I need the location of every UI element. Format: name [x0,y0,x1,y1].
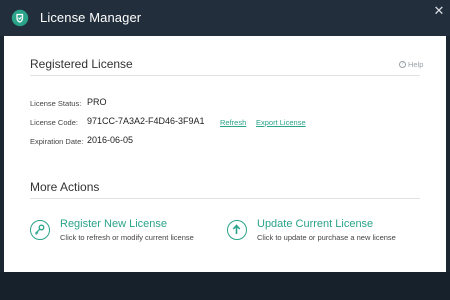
close-icon[interactable]: ✕ [432,4,446,18]
section-divider [30,198,420,199]
update-current-license-title[interactable]: Update Current License [257,218,373,230]
question-circle-icon: ? [399,61,406,68]
section-divider [30,75,420,76]
expiration-date-value: 2016-06-05 [87,135,134,145]
license-status-value: PRO [87,97,107,107]
help-link[interactable]: ? Help [399,60,423,69]
key-icon [30,220,50,240]
window-title: License Manager [40,10,142,25]
main-panel: Registered License ? Help License Status… [4,36,446,272]
footer-bar [0,272,450,300]
update-current-license-desc: Click to update or purchase a new licens… [257,233,396,242]
license-manager-window: License Manager ✕ Registered License ? H… [0,0,450,300]
export-license-link[interactable]: Export License [256,118,306,127]
register-new-license-desc: Click to refresh or modify current licen… [60,233,194,242]
registered-license-heading: Registered License [30,57,133,71]
license-code-value: 971CC-7A3A2-F4D46-3F9A1 [87,116,205,126]
more-actions-heading: More Actions [30,180,100,194]
title-bar: License Manager ✕ [0,0,450,36]
help-label: Help [408,60,424,69]
app-shield-icon [11,9,29,27]
register-new-license-title[interactable]: Register New License [60,218,167,230]
license-code-label: License Code: [30,118,78,127]
arrow-up-icon [227,220,247,240]
refresh-link[interactable]: Refresh [220,118,246,127]
license-status-label: License Status: [30,99,82,108]
expiration-date-label: Expiration Date: [30,137,84,146]
